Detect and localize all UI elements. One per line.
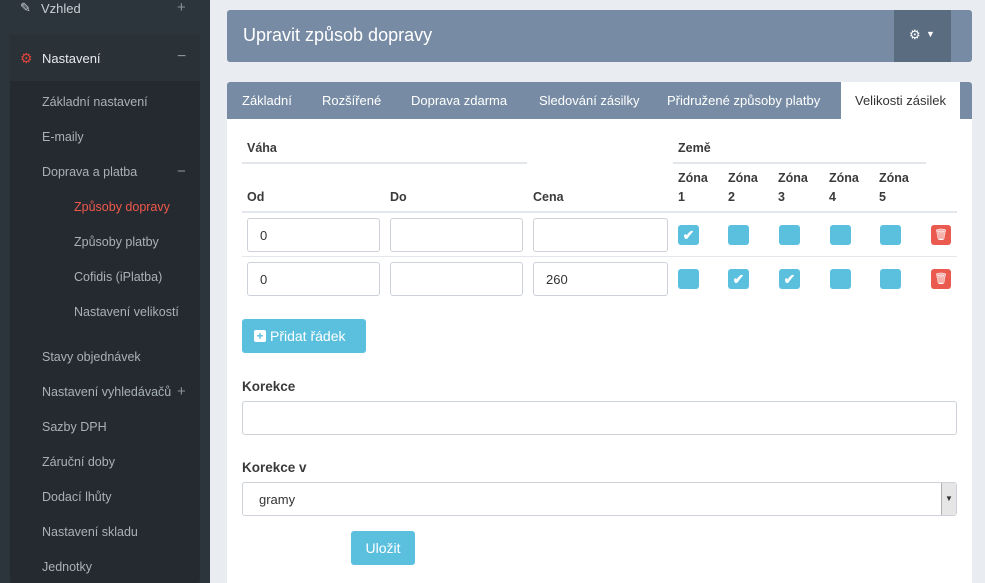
edit-icon: ✎ [20, 0, 31, 15]
sidebar-subitem-payment-methods[interactable]: Způsoby platby [74, 235, 159, 249]
zone-checkbox[interactable] [880, 269, 901, 289]
column-zone-3: Zóna 3 [778, 171, 808, 204]
sidebar-item-delivery-times[interactable]: Dodací lhůty [42, 490, 111, 504]
sidebar-item-stock-settings[interactable]: Nastavení skladu [42, 525, 138, 539]
column-to: Do [390, 190, 407, 204]
zone-checkbox[interactable]: ✔ [678, 225, 699, 245]
settings-dropdown-button[interactable]: ⚙ ▼ [894, 10, 951, 62]
collapse-icon[interactable]: − [177, 48, 186, 66]
sidebar-item-warranty[interactable]: Záruční doby [42, 455, 115, 469]
weight-group-heading: Váha [247, 141, 277, 155]
row-to-input[interactable] [390, 218, 523, 252]
add-row-label: Přidat řádek [270, 328, 346, 344]
zone-checkbox[interactable]: ✔ [779, 269, 800, 289]
tab-bar: Základní Rozšířené Doprava zdarma Sledov… [227, 82, 972, 119]
gears-icon: ⚙ [909, 27, 921, 42]
sidebar-item-vzhled[interactable]: ✎ Vzhled + [0, 0, 210, 22]
row-price-input[interactable]: 260 [533, 262, 668, 296]
sidebar-item-search-settings[interactable]: Nastavení vyhledávačů [42, 385, 171, 399]
trash-icon: 🗑 [934, 229, 948, 241]
dropdown-arrow-icon[interactable]: ▼ [941, 483, 956, 515]
zone-checkbox[interactable] [830, 225, 851, 245]
sidebar-item-nastaveni[interactable]: ⚙ Nastavení − [10, 35, 200, 81]
trash-icon: 🗑 [934, 273, 948, 285]
sidebar-item-label: Vzhled [41, 1, 81, 16]
tab-free-shipping[interactable]: Doprava zdarma [411, 93, 507, 108]
collapse-icon[interactable]: − [177, 163, 186, 180]
sidebar-section-settings: ⚙ Nastavení − Základní nastavení E-maily… [10, 35, 200, 583]
divider [242, 211, 957, 213]
row-from-input[interactable]: 0 [247, 218, 380, 252]
zone-checkbox[interactable]: ✔ [728, 269, 749, 289]
correction-label: Korekce [242, 379, 296, 394]
sidebar-item-label: Nastavení [42, 51, 101, 66]
row-to-input[interactable] [390, 262, 523, 296]
add-row-button[interactable]: + Přidat řádek [242, 319, 366, 353]
correction-unit-label: Korekce v [242, 460, 307, 475]
tab-payment-methods[interactable]: Přidružené způsoby platby [667, 93, 820, 108]
zone-checkbox[interactable] [678, 269, 699, 289]
zone-checkbox[interactable] [728, 225, 749, 245]
expand-icon[interactable]: + [177, 383, 186, 400]
tab-extended[interactable]: Rozšířené [322, 93, 381, 108]
country-group-heading: Země [678, 141, 711, 155]
expand-icon[interactable]: + [177, 0, 186, 16]
zone-checkbox[interactable] [830, 269, 851, 289]
sidebar-item-basic-settings[interactable]: Základní nastavení [42, 95, 148, 109]
column-zone-5: Zóna 5 [879, 171, 909, 204]
gears-icon: ⚙ [20, 50, 33, 66]
sidebar-item-emails[interactable]: E-maily [42, 130, 84, 144]
sidebar-item-order-states[interactable]: Stavy objednávek [42, 350, 141, 364]
page-title: Upravit způsob dopravy [243, 25, 433, 45]
column-zone-4: Zóna 4 [829, 171, 859, 204]
column-from: Od [247, 190, 265, 204]
divider [673, 162, 926, 164]
sidebar-item-vat-rates[interactable]: Sazby DPH [42, 420, 107, 434]
tab-package-sizes[interactable]: Velikosti zásilek [841, 82, 961, 119]
zone-checkbox[interactable] [779, 225, 800, 245]
sidebar-subitem-shipping-methods[interactable]: Způsoby dopravy [74, 200, 170, 214]
edit-panel: Základní Rozšířené Doprava zdarma Sledov… [227, 82, 972, 583]
sidebar-subitem-size-settings[interactable]: Nastavení velikostí [74, 305, 179, 319]
tab-basic[interactable]: Základní [242, 93, 292, 108]
caret-down-icon: ▼ [926, 29, 935, 39]
sidebar-item-units[interactable]: Jednotky [42, 560, 92, 574]
delete-row-button[interactable]: 🗑 [931, 225, 951, 245]
correction-input[interactable] [242, 401, 957, 435]
save-button[interactable]: Uložit [351, 531, 415, 565]
sidebar-subitem-cofidis[interactable]: Cofidis (iPlatba) [74, 270, 162, 284]
correction-unit-select[interactable]: gramy ▼ [242, 482, 957, 516]
page-header: Upravit způsob dopravy ⚙ ▼ [227, 10, 972, 62]
sidebar: ✎ Vzhled + ⚙ Nastavení − Základní nastav… [0, 0, 210, 583]
column-price: Cena [533, 190, 564, 204]
row-price-input[interactable] [533, 218, 668, 252]
tab-tracking[interactable]: Sledování zásilky [539, 93, 639, 108]
divider [242, 256, 957, 257]
plus-square-icon: + [254, 330, 266, 342]
divider [242, 162, 527, 164]
column-zone-2: Zóna 2 [728, 171, 758, 204]
column-zone-1: Zóna 1 [678, 171, 708, 204]
select-value: gramy [259, 492, 296, 507]
zone-checkbox[interactable] [880, 225, 901, 245]
row-from-input[interactable]: 0 [247, 262, 380, 296]
sidebar-item-shipping-payment[interactable]: Doprava a platba [42, 165, 137, 179]
delete-row-button[interactable]: 🗑 [931, 269, 951, 289]
